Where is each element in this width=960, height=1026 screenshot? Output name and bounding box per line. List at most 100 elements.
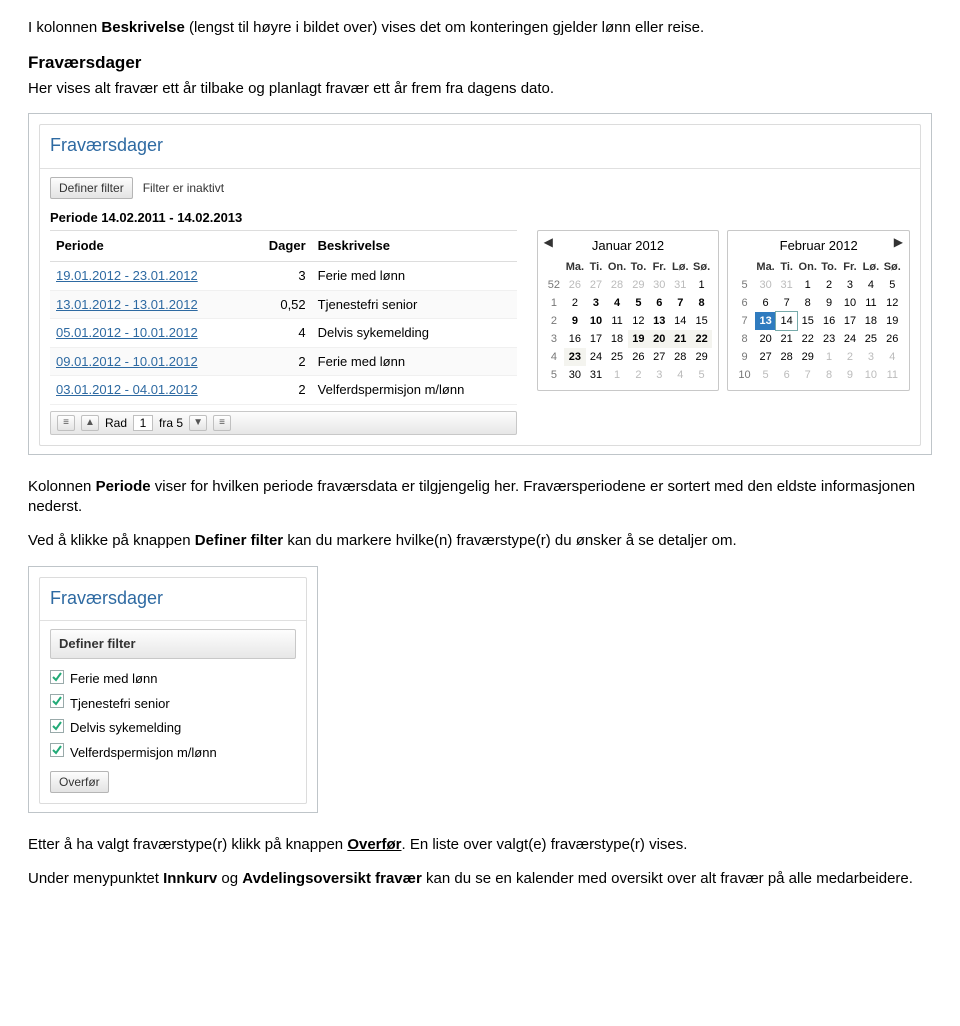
cal-day-cell[interactable]: 1 [819, 348, 840, 366]
cal-day-cell[interactable]: 9 [564, 312, 586, 330]
cal-day-cell[interactable]: 8 [819, 366, 840, 384]
cal-day-cell[interactable]: 13 [649, 312, 670, 330]
cal-day-cell[interactable]: 12 [628, 312, 649, 330]
cal-day-cell[interactable]: 26 [628, 348, 649, 366]
cal-day-cell[interactable]: 31 [670, 276, 691, 294]
pager-row-input[interactable] [133, 415, 153, 431]
cal-day-cell[interactable]: 28 [776, 348, 796, 366]
cal-day-cell[interactable]: 18 [860, 312, 881, 330]
cal-day-cell[interactable]: 5 [755, 366, 777, 384]
cal-day-cell[interactable]: 29 [797, 348, 819, 366]
cal-day-cell[interactable]: 11 [860, 294, 881, 312]
cal-day-cell[interactable]: 9 [734, 348, 754, 366]
cal-day-cell[interactable]: 7 [670, 294, 691, 312]
cal-day-cell[interactable]: 24 [840, 330, 861, 348]
cal-day-cell[interactable]: 3 [860, 348, 881, 366]
pager-last-icon[interactable]: ≡ [213, 415, 231, 431]
cal-day-cell[interactable]: 2 [564, 294, 586, 312]
cal-day-cell[interactable]: 3 [544, 330, 564, 348]
checkbox-icon[interactable] [50, 694, 64, 713]
cal-day-cell[interactable]: 27 [755, 348, 777, 366]
cal-day-cell[interactable]: 10 [586, 312, 606, 330]
cal-day-cell[interactable]: 12 [882, 294, 903, 312]
cal-day-cell[interactable]: 3 [586, 294, 606, 312]
cal-day-cell[interactable]: 2 [628, 366, 649, 384]
cal-day-cell[interactable]: 26 [564, 276, 586, 294]
cal-day-cell[interactable]: 20 [755, 330, 777, 348]
cal-day-cell[interactable]: 5 [544, 366, 564, 384]
cal-day-cell[interactable]: 2 [819, 276, 840, 294]
cal-day-cell[interactable]: 30 [755, 276, 777, 294]
cal-day-cell[interactable]: 22 [691, 330, 712, 348]
filter-option[interactable]: Delvis sykemelding [50, 716, 296, 741]
calendar-next-icon[interactable]: ▶ [894, 236, 903, 248]
cal-day-cell[interactable]: 25 [606, 348, 628, 366]
cell-period[interactable]: 03.01.2012 - 04.01.2012 [50, 376, 249, 405]
filter-option[interactable]: Ferie med lønn [50, 667, 296, 692]
cal-day-cell[interactable]: 27 [586, 276, 606, 294]
cal-day-cell[interactable]: 7 [734, 312, 754, 330]
cal-day-cell[interactable]: 2 [840, 348, 861, 366]
cal-day-cell[interactable]: 4 [860, 276, 881, 294]
cal-day-cell[interactable]: 30 [564, 366, 586, 384]
cal-day-cell[interactable]: 11 [882, 366, 903, 384]
define-filter-button[interactable]: Definer filter [50, 177, 133, 199]
cell-period[interactable]: 13.01.2012 - 13.01.2012 [50, 290, 249, 319]
cal-day-cell[interactable]: 3 [649, 366, 670, 384]
cal-day-cell[interactable]: 30 [649, 276, 670, 294]
cal-day-cell[interactable]: 29 [628, 276, 649, 294]
cal-day-cell[interactable]: 1 [691, 276, 712, 294]
cal-day-cell[interactable]: 18 [606, 330, 628, 348]
pager-next-icon[interactable]: ▼ [189, 415, 207, 431]
cal-day-cell[interactable]: 4 [544, 348, 564, 366]
cal-day-cell[interactable]: 21 [670, 330, 691, 348]
cal-day-cell[interactable]: 7 [776, 294, 796, 312]
cal-day-cell[interactable]: 14 [776, 312, 796, 330]
cal-day-cell[interactable]: 5 [882, 276, 903, 294]
cal-day-cell[interactable]: 6 [649, 294, 670, 312]
cal-day-cell[interactable]: 10 [860, 366, 881, 384]
cal-day-cell[interactable]: 31 [586, 366, 606, 384]
cal-day-cell[interactable]: 28 [606, 276, 628, 294]
cal-day-cell[interactable]: 4 [606, 294, 628, 312]
cal-day-cell[interactable]: 29 [691, 348, 712, 366]
cal-day-cell[interactable]: 22 [797, 330, 819, 348]
cell-period[interactable]: 19.01.2012 - 23.01.2012 [50, 262, 249, 291]
cal-day-cell[interactable]: 13 [755, 312, 777, 330]
pager-first-icon[interactable]: ≡ [57, 415, 75, 431]
cell-period[interactable]: 05.01.2012 - 10.01.2012 [50, 319, 249, 348]
calendar-prev-icon[interactable]: ◀ [544, 236, 553, 248]
cal-day-cell[interactable]: 10 [840, 294, 861, 312]
overfor-button[interactable]: Overfør [50, 771, 109, 793]
cal-day-cell[interactable]: 9 [840, 366, 861, 384]
cal-day-cell[interactable]: 6 [734, 294, 754, 312]
cal-day-cell[interactable]: 24 [586, 348, 606, 366]
cal-day-cell[interactable]: 17 [586, 330, 606, 348]
cal-day-cell[interactable]: 5 [691, 366, 712, 384]
cal-day-cell[interactable]: 3 [840, 276, 861, 294]
cal-day-cell[interactable]: 27 [649, 348, 670, 366]
cal-day-cell[interactable]: 9 [819, 294, 840, 312]
cal-day-cell[interactable]: 52 [544, 276, 564, 294]
cal-day-cell[interactable]: 19 [882, 312, 903, 330]
cal-day-cell[interactable]: 16 [819, 312, 840, 330]
cal-day-cell[interactable]: 31 [776, 276, 796, 294]
filter-option[interactable]: Velferdspermisjon m/lønn [50, 740, 296, 765]
cal-day-cell[interactable]: 1 [606, 366, 628, 384]
cal-day-cell[interactable]: 17 [840, 312, 861, 330]
cal-day-cell[interactable]: 16 [564, 330, 586, 348]
cal-day-cell[interactable]: 5 [628, 294, 649, 312]
cal-day-cell[interactable]: 23 [819, 330, 840, 348]
cal-day-cell[interactable]: 28 [670, 348, 691, 366]
cal-day-cell[interactable]: 11 [606, 312, 628, 330]
cell-period[interactable]: 09.01.2012 - 10.01.2012 [50, 347, 249, 376]
checkbox-icon[interactable] [50, 670, 64, 689]
cal-day-cell[interactable]: 26 [882, 330, 903, 348]
cal-day-cell[interactable]: 1 [544, 294, 564, 312]
cal-day-cell[interactable]: 5 [734, 276, 754, 294]
cal-day-cell[interactable]: 21 [776, 330, 796, 348]
cal-day-cell[interactable]: 8 [797, 294, 819, 312]
cal-day-cell[interactable]: 4 [882, 348, 903, 366]
cal-day-cell[interactable]: 20 [649, 330, 670, 348]
cal-day-cell[interactable]: 23 [564, 348, 586, 366]
